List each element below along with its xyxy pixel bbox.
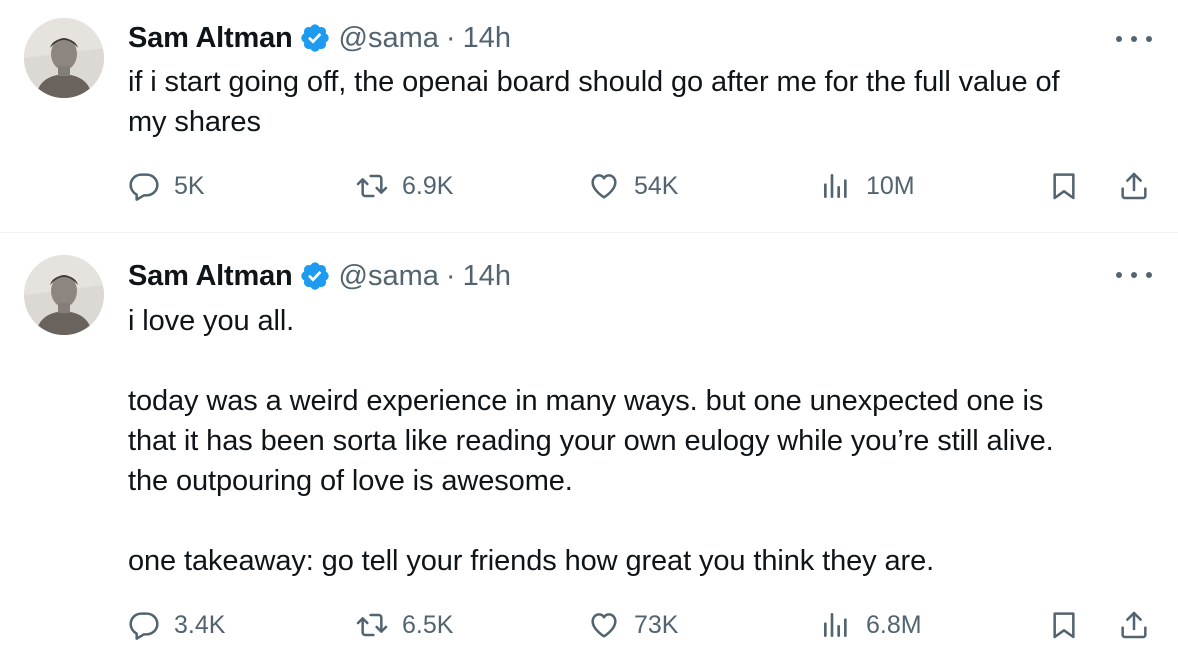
more-dot: [1116, 272, 1122, 278]
heart-icon: [588, 609, 620, 641]
tweet[interactable]: Sam Altman @sama · 14h i love you all. t…: [0, 233, 1178, 660]
retweet-icon: [356, 609, 388, 641]
views-button[interactable]: 10M: [820, 166, 915, 206]
heart-icon: [588, 170, 620, 202]
tweet-header: Sam Altman @sama · 14h: [128, 18, 511, 58]
retweet-button[interactable]: 6.9K: [356, 166, 453, 206]
retweet-count: 6.5K: [402, 610, 454, 639]
separator-dot: ·: [445, 259, 456, 292]
avatar[interactable]: [24, 255, 104, 335]
like-count: 73K: [634, 610, 679, 639]
views-count: 10M: [866, 171, 915, 200]
action-bar: 5K 6.9K 54K 10M: [128, 166, 1152, 206]
like-button[interactable]: 54K: [588, 166, 678, 206]
author-name[interactable]: Sam Altman: [128, 260, 293, 293]
reply-icon: [128, 609, 160, 641]
views-count: 6.8M: [866, 610, 922, 639]
bookmark-button[interactable]: [1048, 605, 1080, 645]
author-handle[interactable]: @sama: [339, 260, 439, 293]
reply-count: 3.4K: [174, 610, 226, 639]
reply-count: 5K: [174, 171, 205, 200]
avatar-image: [24, 255, 104, 335]
bookmark-icon: [1048, 609, 1080, 641]
more-dot: [1146, 272, 1152, 278]
share-button[interactable]: [1118, 605, 1150, 645]
author-name[interactable]: Sam Altman: [128, 22, 293, 55]
reply-button[interactable]: 5K: [128, 166, 205, 206]
retweet-count: 6.9K: [402, 171, 454, 200]
retweet-icon: [356, 170, 388, 202]
tweet-text: i love you all. today was a weird experi…: [128, 305, 1054, 577]
author-handle[interactable]: @sama: [339, 22, 439, 55]
reply-button[interactable]: 3.4K: [128, 605, 225, 645]
views-button[interactable]: 6.8M: [820, 605, 922, 645]
retweet-button[interactable]: 6.5K: [356, 605, 453, 645]
views-icon: [820, 609, 852, 641]
verified-badge-icon[interactable]: [299, 22, 331, 54]
tweet-header: Sam Altman @sama · 14h: [128, 256, 511, 296]
share-icon: [1118, 609, 1150, 641]
action-bar: 3.4K 6.5K 73K 6.8M: [128, 605, 1152, 645]
more-dot: [1116, 36, 1122, 42]
share-button[interactable]: [1118, 166, 1150, 206]
tweet[interactable]: Sam Altman @sama · 14h if i start going …: [0, 0, 1178, 233]
separator-dot: ·: [445, 21, 456, 54]
avatar-image: [24, 18, 104, 98]
share-icon: [1118, 170, 1150, 202]
avatar[interactable]: [24, 18, 104, 98]
more-icon[interactable]: [1116, 265, 1152, 285]
tweet-text: if i start going off, the openai board s…: [128, 66, 1060, 138]
bookmark-icon: [1048, 170, 1080, 202]
timestamp[interactable]: 14h: [463, 22, 511, 55]
timestamp[interactable]: 14h: [463, 260, 511, 293]
reply-icon: [128, 170, 160, 202]
more-icon[interactable]: [1116, 29, 1152, 49]
views-icon: [820, 170, 852, 202]
like-count: 54K: [634, 171, 679, 200]
bookmark-button[interactable]: [1048, 166, 1080, 206]
like-button[interactable]: 73K: [588, 605, 678, 645]
more-dot: [1131, 272, 1137, 278]
more-dot: [1146, 36, 1152, 42]
verified-badge-icon[interactable]: [299, 260, 331, 292]
more-dot: [1131, 36, 1137, 42]
